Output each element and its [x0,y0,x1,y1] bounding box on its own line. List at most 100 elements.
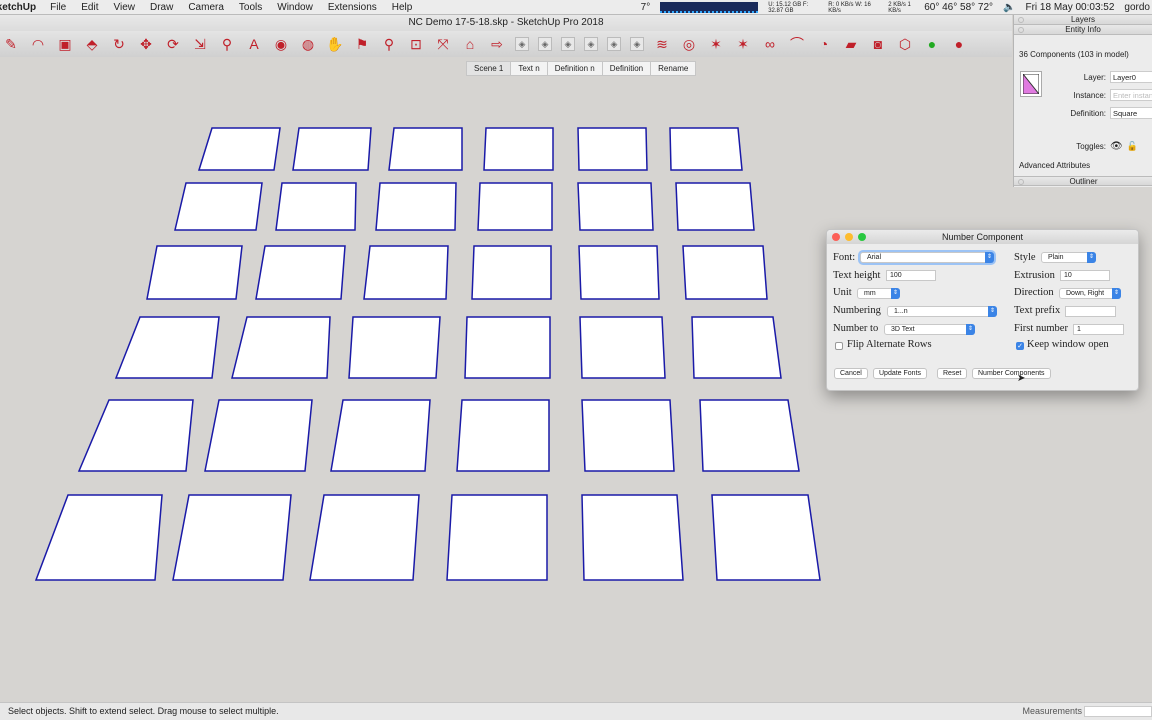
folder-icon[interactable]: ▰ [842,35,860,53]
style-xray-icon[interactable]: ◈ [515,37,529,51]
square-component[interactable] [699,399,800,472]
explode-icon[interactable]: ✶ [707,35,725,53]
square-component[interactable] [477,182,553,231]
square-component[interactable] [231,316,331,379]
menu-draw[interactable]: Draw [150,2,173,13]
follow-me-icon[interactable]: ↻ [110,35,128,53]
menu-file[interactable]: File [50,2,66,13]
explode-s-icon[interactable]: ✶ [734,35,752,53]
keep-window-open-checkbox[interactable]: ✓ [1016,342,1024,350]
rectangle-icon[interactable]: ▣ [56,35,74,53]
walk-icon[interactable]: ⚑ [353,35,371,53]
arc-icon[interactable]: ◠ [29,35,47,53]
datetime[interactable]: Fri 18 May 00:03:52 [1025,2,1114,13]
zoom-icon[interactable]: ⚲ [380,35,398,53]
square-component[interactable] [348,316,441,379]
square-component[interactable] [77,399,194,472]
menu-tools[interactable]: Tools [239,2,262,13]
square-component[interactable] [363,245,449,300]
font-select[interactable]: Arial ⇕ [860,252,994,263]
square-component[interactable] [275,182,357,231]
menu-extensions[interactable]: Extensions [328,2,377,13]
curve-icon[interactable]: ⌒ [788,35,806,53]
square-component[interactable] [581,494,684,581]
menu-window[interactable]: Window [277,2,313,13]
style-select[interactable]: Plain ⇕ [1041,252,1096,263]
square-component[interactable] [255,245,346,300]
square-component[interactable] [682,245,768,300]
orbit-icon[interactable]: ◍ [299,35,317,53]
sphere-icon[interactable]: ◎ [680,35,698,53]
menu-camera[interactable]: Camera [188,2,224,13]
text-height-input[interactable]: 100 [886,270,936,281]
zoom-extents-icon[interactable]: ⤧ [434,35,452,53]
io-stats[interactable]: R: 0 KB/s W: 16 KB/s [828,2,878,14]
square-component[interactable] [446,494,548,581]
remove-icon[interactable]: ● [950,35,968,53]
update-fonts-button[interactable]: Update Fonts [873,368,928,379]
move-icon[interactable]: ✥ [137,35,155,53]
disk-stats[interactable]: U: 15.12 GB F: 32.87 GB [768,2,818,14]
menu-help[interactable]: Help [392,2,413,13]
warehouse-icon[interactable]: ⌂ [461,35,479,53]
cancel-button[interactable]: Cancel [834,368,868,379]
layers-panel-header[interactable]: Layers [1014,15,1152,25]
square-component[interactable] [456,399,550,472]
square-component[interactable] [114,316,220,379]
definition-input[interactable]: Square [1110,107,1152,119]
rotate-icon[interactable]: ⟳ [164,35,182,53]
square-component[interactable] [197,127,281,171]
numbering-select[interactable]: 1...n ⇕ [887,306,997,317]
scale-icon[interactable]: ⇲ [191,35,209,53]
square-component[interactable] [388,127,463,171]
square-component[interactable] [146,245,243,300]
square-component[interactable] [577,127,648,171]
square-component[interactable] [675,182,755,231]
minimize-button[interactable] [845,233,853,241]
spring-icon[interactable]: ≋ [653,35,671,53]
activity-meter[interactable] [660,2,759,13]
scene-tab-4[interactable]: Definition [602,61,652,76]
number-components-button[interactable]: Number Components [972,368,1051,379]
push-pull-icon[interactable]: ⬘ [83,35,101,53]
square-component[interactable] [375,182,457,231]
outliner-header[interactable]: Outliner [1014,176,1152,186]
extrusion-input[interactable]: 10 [1060,270,1110,281]
zoom-button[interactable] [858,233,866,241]
style-textured-icon[interactable]: ◈ [607,37,621,51]
square-component[interactable] [578,245,660,300]
scene-tab-3[interactable]: Definition n [547,61,603,76]
square-component[interactable] [581,399,675,472]
text-prefix-input[interactable] [1065,306,1116,317]
link-icon[interactable]: ∞ [761,35,779,53]
volume-icon[interactable]: 🔈 [1003,2,1015,13]
box-icon[interactable]: ⬡ [896,35,914,53]
weather-temp[interactable]: 7° [641,2,651,13]
reset-button[interactable]: Reset [937,368,968,379]
square-component[interactable] [292,127,372,171]
style-monochrome-icon[interactable]: ◈ [630,37,644,51]
entity-info-header[interactable]: Entity Info [1014,25,1152,35]
number-to-select[interactable]: 3D Text ⇕ [884,324,975,335]
square-component[interactable] [711,494,821,581]
user-name[interactable]: gordo [1124,2,1150,13]
advanced-attributes-toggle[interactable]: Advanced Attributes [1019,161,1090,170]
first-number-input[interactable]: 1 [1073,324,1124,335]
scene-tab-5[interactable]: Rename [651,61,697,76]
style-hidden-icon[interactable]: ◈ [561,37,575,51]
pan-icon[interactable]: ✋ [326,35,344,53]
eye-icon[interactable]: 👁 [1110,141,1123,152]
instance-input[interactable]: Enter instance name [1110,89,1152,101]
layer-select[interactable]: Layer0 [1110,71,1152,83]
square-component[interactable] [471,245,552,300]
flip-alternate-rows-checkbox[interactable] [835,342,843,350]
add-icon[interactable]: ● [923,35,941,53]
square-component[interactable] [330,399,431,472]
square-component[interactable] [691,316,782,379]
square-component[interactable] [669,127,743,171]
square-component[interactable] [174,182,263,231]
style-wireframe-icon[interactable]: ◈ [538,37,552,51]
text-icon[interactable]: A [245,35,263,53]
square-component[interactable] [204,399,313,472]
unit-select[interactable]: mm ⇕ [857,288,900,299]
